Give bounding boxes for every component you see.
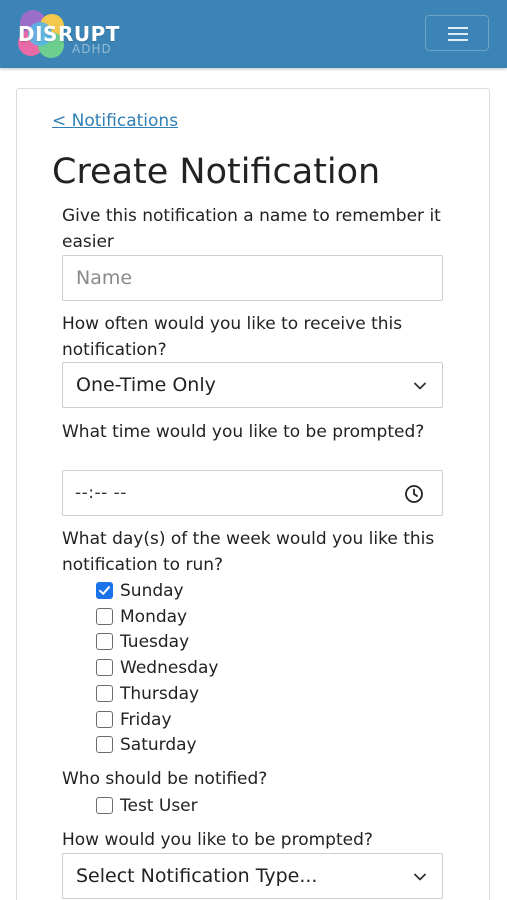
checkbox-unchecked-icon[interactable] bbox=[96, 684, 113, 702]
day-checkbox-label: Saturday bbox=[120, 735, 197, 756]
brand-logo[interactable]: DISRUPT ADHD bbox=[14, 8, 134, 62]
days-label: What day(s) of the week would you like t… bbox=[62, 529, 435, 575]
checkbox-unchecked-icon[interactable] bbox=[96, 633, 113, 651]
prompt-type-select[interactable]: Select Notification Type... bbox=[62, 853, 443, 899]
name-input[interactable] bbox=[63, 256, 442, 300]
day-checkbox-label: Thursday bbox=[120, 683, 200, 704]
checkbox-unchecked-icon[interactable] bbox=[96, 710, 113, 728]
frequency-select[interactable]: One-Time Only bbox=[62, 362, 443, 408]
hamburger-icon[interactable] bbox=[425, 15, 489, 51]
page-title: Create Notification bbox=[52, 152, 381, 192]
checkbox-unchecked-icon[interactable] bbox=[96, 659, 113, 677]
day-checkbox-label: Tuesday bbox=[120, 632, 190, 653]
checkbox-unchecked-icon[interactable] bbox=[96, 736, 113, 754]
prompt-type-selected-value: Select Notification Type... bbox=[76, 865, 318, 887]
recipients-label: Who should be notified? bbox=[62, 769, 268, 789]
recipient-checkbox-label: Test User bbox=[120, 796, 198, 816]
prompt-type-label: How would you like to be prompted? bbox=[62, 830, 373, 850]
logo-subtext: ADHD bbox=[72, 42, 112, 56]
day-checkbox-label: Sunday bbox=[120, 581, 184, 601]
chevron-down-icon bbox=[414, 382, 426, 390]
time-label: What time would you like to be prompted? bbox=[62, 422, 425, 442]
back-to-notifications-link[interactable]: < Notifications bbox=[52, 111, 178, 131]
day-checkbox-label: Friday bbox=[120, 709, 172, 730]
name-field[interactable] bbox=[62, 255, 443, 301]
checkbox-unchecked-icon[interactable] bbox=[96, 797, 113, 814]
top-navbar: DISRUPT ADHD bbox=[0, 0, 507, 68]
time-field[interactable]: --:-- -- bbox=[62, 470, 443, 516]
day-checkbox-label: Wednesday bbox=[120, 658, 219, 679]
day-checkbox-label: Monday bbox=[120, 606, 188, 627]
checkbox-checked-icon[interactable] bbox=[96, 582, 113, 599]
frequency-label: How often would you like to receive this… bbox=[62, 314, 403, 360]
time-value: --:-- -- bbox=[75, 483, 127, 503]
chevron-down-icon bbox=[414, 873, 426, 881]
name-label: Give this notification a name to remembe… bbox=[62, 206, 441, 252]
frequency-selected-value: One-Time Only bbox=[76, 374, 216, 396]
clock-icon[interactable] bbox=[404, 484, 424, 504]
checkbox-unchecked-icon[interactable] bbox=[96, 607, 113, 625]
